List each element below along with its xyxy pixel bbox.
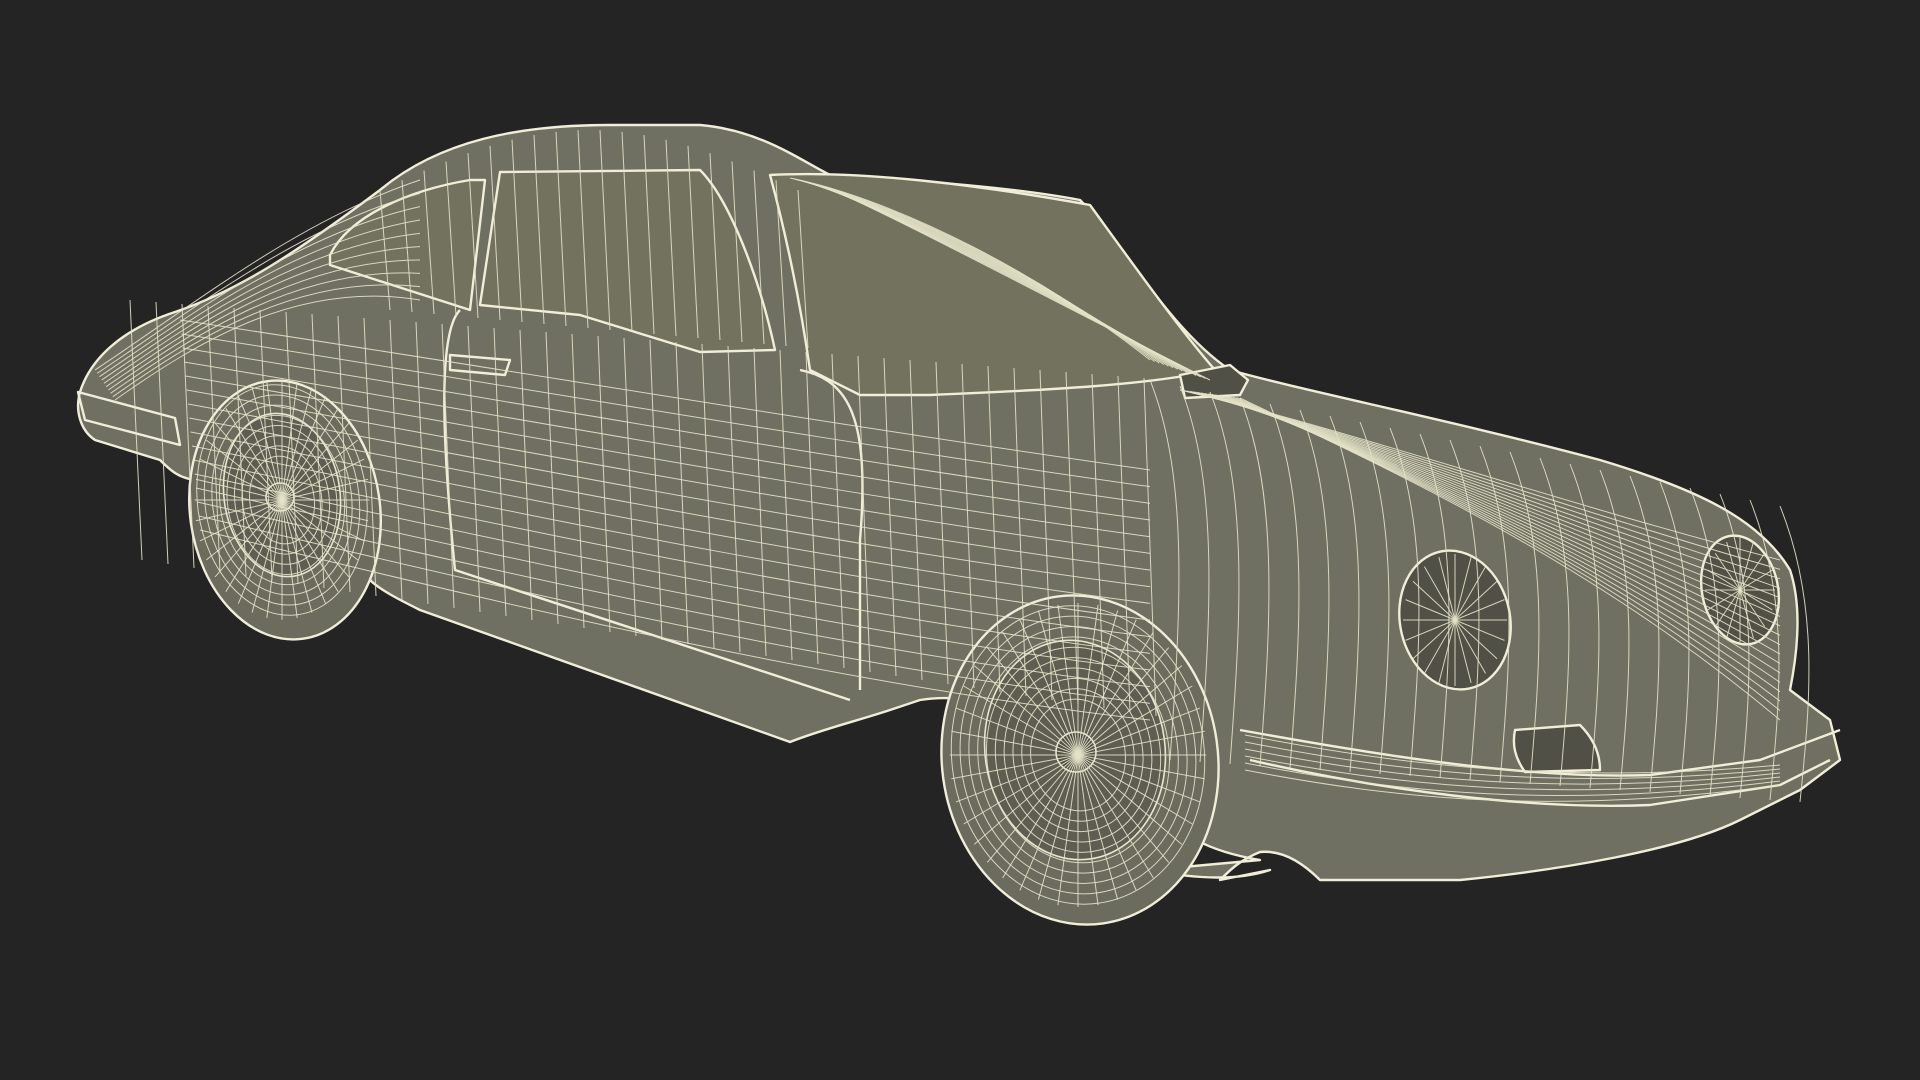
render-viewport xyxy=(0,0,1920,1080)
front-grille xyxy=(1512,723,1602,774)
car-wireframe-model xyxy=(76,123,1842,926)
windshield xyxy=(768,172,1217,397)
